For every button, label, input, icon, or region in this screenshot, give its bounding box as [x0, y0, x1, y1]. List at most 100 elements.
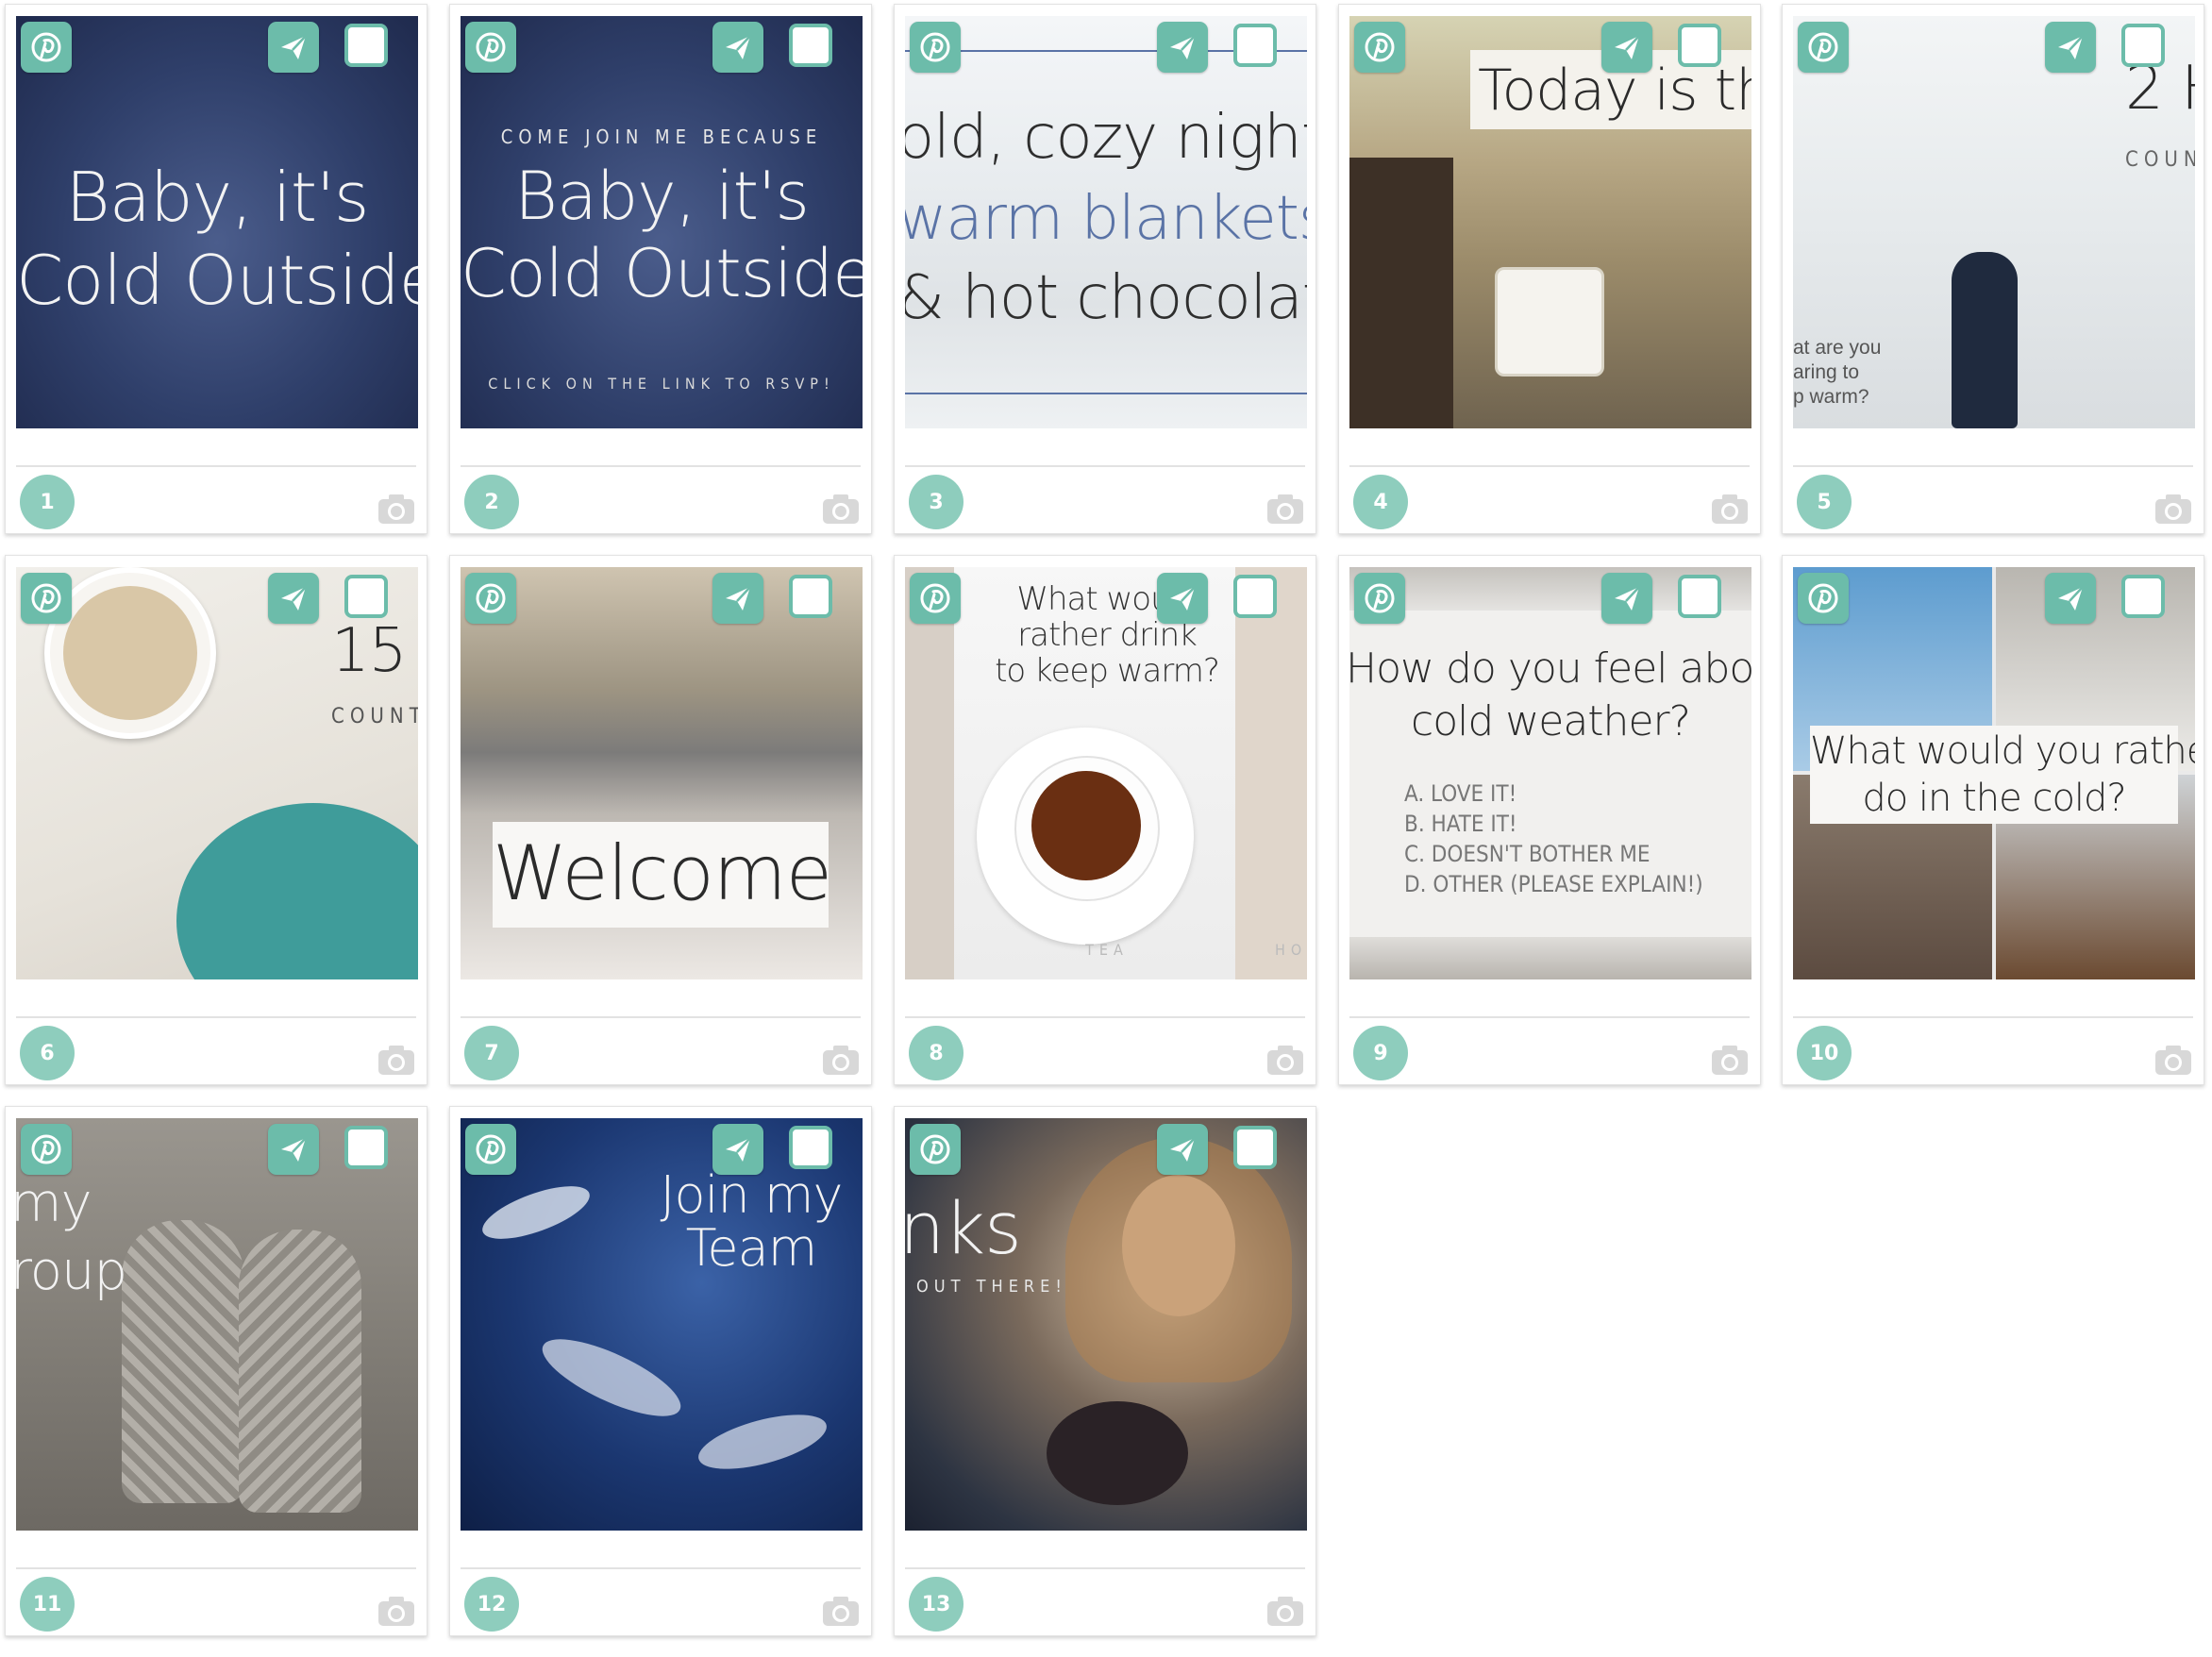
divider [905, 465, 1305, 467]
select-checkbox[interactable] [1678, 575, 1721, 618]
post-card[interactable]: What would you rather do in the cold? 10 [1782, 555, 2204, 1085]
pinterest-button[interactable] [21, 1124, 72, 1175]
post-image[interactable]: old, cozy nights warm blankets & hot cho… [905, 16, 1307, 428]
select-checkbox[interactable] [1233, 1126, 1277, 1169]
poll-option: C. DOESN'T BOTHER ME [1404, 841, 1651, 867]
coat-shape [1349, 158, 1453, 428]
pinterest-button[interactable] [1354, 573, 1405, 624]
image-text-line: COUN [2125, 148, 2195, 172]
select-checkbox[interactable] [1233, 24, 1277, 67]
post-image[interactable]: 15 M COUNT [16, 567, 418, 979]
post-image[interactable]: Baby, it's Cold Outside [16, 16, 418, 428]
post-card[interactable]: How do you feel about cold weather? A. L… [1338, 555, 1761, 1085]
image-text-top: COME JOIN ME BECAUSE [500, 126, 823, 148]
poll-option: B. HATE IT! [1404, 811, 1517, 837]
select-checkbox[interactable] [1233, 575, 1277, 618]
pinterest-icon [920, 583, 950, 613]
post-image[interactable]: my roup [16, 1118, 418, 1531]
pinterest-button[interactable] [910, 22, 961, 73]
camera-icon[interactable] [2153, 1043, 2194, 1077]
pinterest-button[interactable] [465, 22, 516, 73]
select-checkbox[interactable] [344, 1126, 388, 1169]
post-card[interactable]: 15 M COUNT 6 [5, 555, 427, 1085]
send-button[interactable] [1157, 1124, 1208, 1175]
post-image[interactable]: What would rather drink to keep warm? TE… [905, 567, 1307, 979]
pinterest-button[interactable] [465, 573, 516, 624]
pinterest-button[interactable] [21, 22, 72, 73]
select-checkbox[interactable] [789, 24, 832, 67]
camera-icon[interactable] [376, 1043, 417, 1077]
send-button[interactable] [2045, 573, 2096, 624]
divider [1349, 465, 1750, 467]
camera-icon[interactable] [1265, 1594, 1306, 1628]
send-button[interactable] [268, 573, 319, 624]
select-checkbox[interactable] [344, 24, 388, 67]
send-button[interactable] [1157, 22, 1208, 73]
image-text-line: Cold Outside [16, 241, 418, 320]
image-text-line: Baby, it's [65, 158, 370, 237]
post-image[interactable]: Welcome [461, 567, 863, 979]
pinterest-button[interactable] [910, 573, 961, 624]
camera-icon[interactable] [1709, 1043, 1751, 1077]
send-button[interactable] [268, 1124, 319, 1175]
send-button[interactable] [2045, 22, 2096, 73]
send-button[interactable] [1601, 573, 1652, 624]
post-image[interactable]: How do you feel about cold weather? A. L… [1349, 567, 1751, 979]
send-button[interactable] [1601, 22, 1652, 73]
camera-icon[interactable] [820, 1594, 862, 1628]
divider [461, 1016, 861, 1018]
select-checkbox[interactable] [1678, 24, 1721, 67]
camera-icon[interactable] [2153, 492, 2194, 526]
image-text-line: my [16, 1173, 92, 1234]
post-image[interactable]: nks OUT THERE! [905, 1118, 1307, 1531]
post-card[interactable]: Join my Team 12 [449, 1106, 872, 1636]
send-button[interactable] [268, 22, 319, 73]
coffee-foam-shape [63, 586, 197, 720]
post-image[interactable]: 2 H COUN at are you aring to p warm? [1793, 16, 2195, 428]
post-card[interactable]: Today is the 4 [1338, 4, 1761, 534]
camera-icon[interactable] [1265, 492, 1306, 526]
select-checkbox[interactable] [789, 575, 832, 618]
camera-icon[interactable] [1265, 1043, 1306, 1077]
pinterest-button[interactable] [21, 573, 72, 624]
send-button[interactable] [712, 1124, 763, 1175]
post-card[interactable]: my roup 11 [5, 1106, 427, 1636]
post-grid: Baby, it's Cold Outside 1 COME JOIN ME B… [0, 0, 2212, 1657]
send-button[interactable] [712, 573, 763, 624]
post-number-badge: 5 [1797, 475, 1852, 529]
select-checkbox[interactable] [344, 575, 388, 618]
pinterest-button[interactable] [1354, 22, 1405, 73]
post-card[interactable]: COME JOIN ME BECAUSE Baby, it's Cold Out… [449, 4, 872, 534]
post-image[interactable]: COME JOIN ME BECAUSE Baby, it's Cold Out… [461, 16, 863, 428]
post-image[interactable]: Join my Team [461, 1118, 863, 1531]
paper-plane-icon [281, 586, 307, 611]
post-image[interactable]: Today is the [1349, 16, 1751, 428]
post-card[interactable]: nks OUT THERE! 13 [894, 1106, 1316, 1636]
send-button[interactable] [1157, 573, 1208, 624]
post-image[interactable]: What would you rather do in the cold? [1793, 567, 2195, 979]
post-card[interactable]: 2 H COUN at are you aring to p warm? 5 [1782, 4, 2204, 534]
pinterest-button[interactable] [1798, 22, 1849, 73]
image-text-line: old, cozy nights [905, 103, 1307, 173]
post-card[interactable]: old, cozy nights warm blankets & hot cho… [894, 4, 1316, 534]
pinterest-button[interactable] [1798, 573, 1849, 624]
select-checkbox[interactable] [2121, 575, 2165, 618]
camera-icon[interactable] [820, 492, 862, 526]
camera-icon[interactable] [1709, 492, 1751, 526]
pinterest-icon [31, 1134, 61, 1164]
pinterest-icon [920, 1134, 950, 1164]
divider [16, 1567, 416, 1569]
select-checkbox[interactable] [2121, 24, 2165, 67]
camera-icon[interactable] [376, 492, 417, 526]
camera-icon[interactable] [820, 1043, 862, 1077]
select-checkbox[interactable] [789, 1126, 832, 1169]
mug-shape [1495, 267, 1604, 377]
send-button[interactable] [712, 22, 763, 73]
camera-icon[interactable] [376, 1594, 417, 1628]
post-card[interactable]: Baby, it's Cold Outside 1 [5, 4, 427, 534]
divider [461, 1567, 861, 1569]
pinterest-button[interactable] [910, 1124, 961, 1175]
pinterest-button[interactable] [465, 1124, 516, 1175]
post-card[interactable]: What would rather drink to keep warm? TE… [894, 555, 1316, 1085]
post-card[interactable]: Welcome 7 [449, 555, 872, 1085]
